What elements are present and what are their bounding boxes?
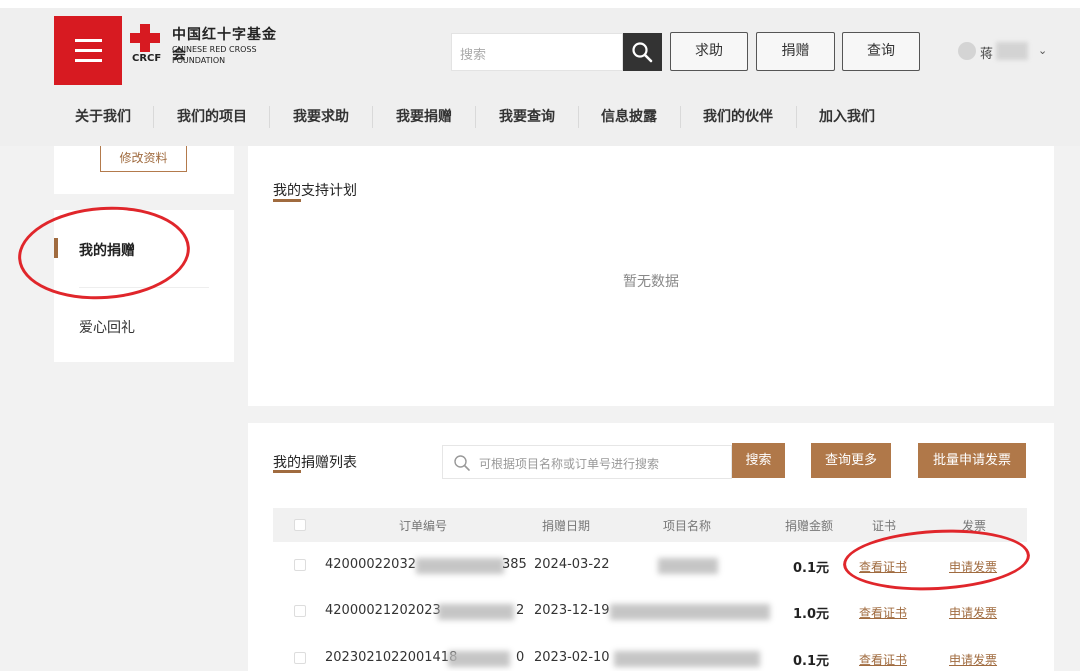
- order-number: 42000022032: [325, 557, 416, 572]
- donation-date: 2023-12-19: [534, 603, 610, 618]
- donation-search-placeholder: 可根据项目名称或订单号进行搜索: [479, 457, 660, 471]
- chevron-down-icon: ⌄: [1038, 44, 1048, 57]
- menu-button[interactable]: [54, 16, 122, 85]
- col-date: 捐赠日期: [542, 519, 591, 533]
- redacted-name: [996, 42, 1028, 60]
- nav-query[interactable]: 我要查询: [499, 100, 555, 134]
- search-placeholder: 搜索: [460, 48, 487, 63]
- crcf-logo[interactable]: CRCF 中国红十字基金会 CHINESE RED CROSS FOUNDATI…: [130, 24, 290, 70]
- select-all-checkbox[interactable]: [294, 519, 306, 531]
- view-certificate-link[interactable]: 查看证书: [859, 651, 907, 668]
- nav-seek-help[interactable]: 我要求助: [293, 100, 349, 134]
- col-certificate: 证书: [872, 519, 897, 533]
- redacted-order: [448, 651, 510, 667]
- row-checkbox[interactable]: [294, 605, 306, 617]
- user-name: 蒋: [980, 47, 994, 62]
- redacted-project: [610, 604, 770, 620]
- user-menu[interactable]: 蒋 ⌄: [958, 42, 1053, 62]
- sidebar-item-gifts[interactable]: 爱心回礼: [79, 317, 135, 337]
- logo-en: CHINESE RED CROSS FOUNDATION: [172, 45, 257, 65]
- avatar-icon: [958, 42, 976, 60]
- hamburger-icon: [75, 39, 102, 42]
- batch-invoice-button[interactable]: 批量申请发票: [918, 443, 1026, 478]
- order-number: 42000021202023: [325, 603, 441, 618]
- redacted-order: [416, 558, 504, 574]
- col-order-no: 订单编号: [399, 519, 448, 533]
- hamburger-icon: [75, 49, 102, 52]
- donation-amount: 0.1元: [793, 561, 830, 576]
- redacted-project: [658, 558, 718, 574]
- hamburger-icon: [75, 59, 102, 62]
- donation-amount: 0.1元: [793, 654, 830, 669]
- donation-date: 2024-03-22: [534, 557, 610, 572]
- query-more-button[interactable]: 查询更多: [811, 443, 891, 478]
- apply-invoice-link[interactable]: 申请发票: [949, 651, 997, 668]
- order-number-end: 0: [516, 650, 525, 665]
- empty-state: 暂无数据: [623, 274, 679, 290]
- order-number-end: 2: [516, 603, 525, 618]
- profile-card: 修改资料: [54, 146, 234, 194]
- support-plan-panel: 我的支持计划 暂无数据: [248, 146, 1054, 406]
- search-icon: [454, 455, 470, 471]
- site-header: CRCF 中国红十字基金会 CHINESE RED CROSS FOUNDATI…: [0, 8, 1080, 146]
- top-strip: [0, 0, 1080, 8]
- donate-button[interactable]: 捐赠: [756, 32, 835, 71]
- donation-search-input[interactable]: 可根据项目名称或订单号进行搜索: [442, 445, 732, 479]
- nav-about[interactable]: 关于我们: [75, 100, 131, 134]
- donation-search-button[interactable]: 搜索: [732, 443, 785, 478]
- donation-list-title: 我的捐赠列表: [273, 455, 357, 471]
- logo-abbr: CRCF: [132, 53, 162, 64]
- redacted-order: [438, 604, 514, 620]
- nav-donate[interactable]: 我要捐赠: [396, 100, 452, 134]
- nav-disclosure[interactable]: 信息披露: [601, 100, 657, 134]
- nav-join-us[interactable]: 加入我们: [819, 100, 875, 134]
- donation-date: 2023-02-10: [534, 650, 610, 665]
- nav-partners[interactable]: 我们的伙伴: [703, 100, 773, 134]
- redacted-project: [614, 651, 760, 667]
- help-button[interactable]: 求助: [670, 32, 748, 71]
- order-number: 2023021022001418: [325, 650, 458, 665]
- support-plan-title: 我的支持计划: [273, 183, 357, 199]
- query-button[interactable]: 查询: [842, 32, 920, 71]
- apply-invoice-link[interactable]: 申请发票: [949, 604, 997, 621]
- header-search-input[interactable]: 搜索: [451, 33, 623, 71]
- edit-profile-button[interactable]: 修改资料: [100, 146, 187, 172]
- red-cross-icon: [130, 24, 162, 52]
- order-number-end: 385: [502, 557, 527, 572]
- col-amount: 捐赠金额: [785, 519, 834, 533]
- header-search-button[interactable]: [623, 33, 662, 71]
- search-icon: [632, 42, 653, 63]
- row-checkbox[interactable]: [294, 559, 306, 571]
- col-project: 项目名称: [663, 519, 712, 533]
- donation-amount: 1.0元: [793, 607, 830, 622]
- view-certificate-link[interactable]: 查看证书: [859, 604, 907, 621]
- nav-projects[interactable]: 我们的项目: [177, 100, 247, 134]
- main-nav: 关于我们 我们的项目 我要求助 我要捐赠 我要查询 信息披露 我们的伙伴 加入我…: [54, 100, 1054, 134]
- row-checkbox[interactable]: [294, 652, 306, 664]
